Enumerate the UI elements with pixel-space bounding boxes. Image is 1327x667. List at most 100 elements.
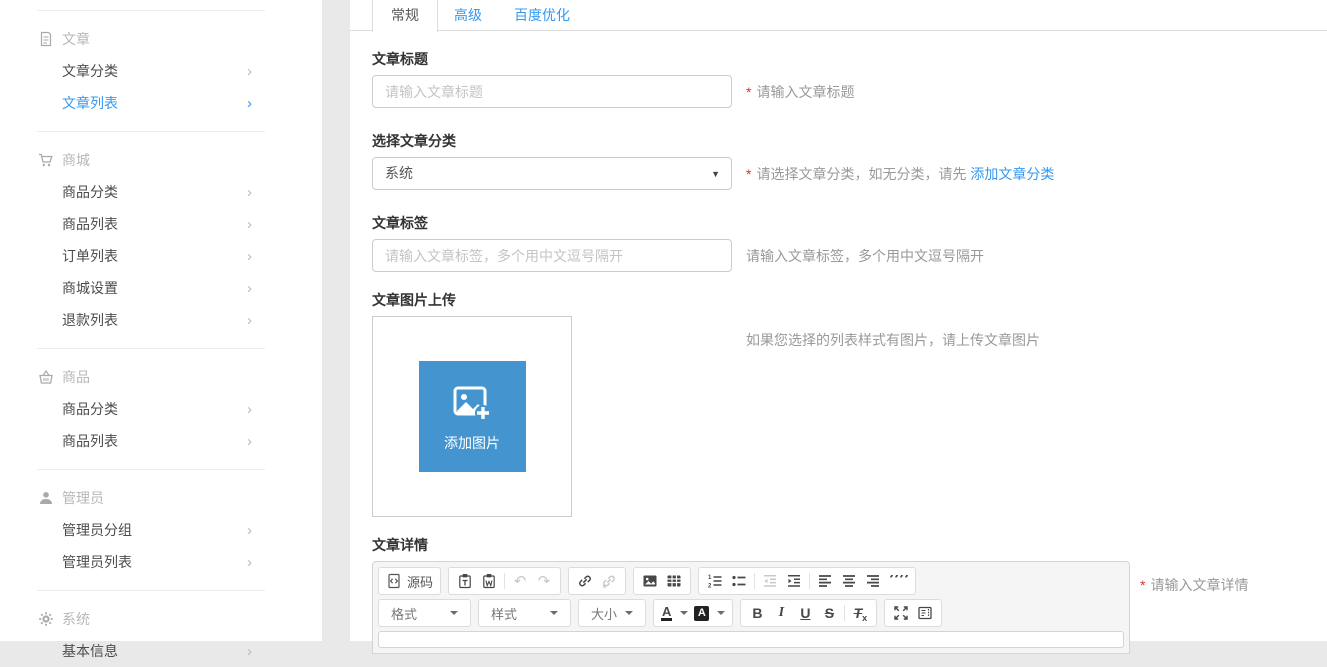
show-blocks-button[interactable] <box>913 601 937 625</box>
item-label: 商品分类 <box>62 182 118 202</box>
numbered-list-button[interactable]: 12 <box>703 569 727 593</box>
align-right-icon <box>865 573 881 589</box>
remove-format-button[interactable]: Tx <box>848 601 872 625</box>
underline-button[interactable]: U <box>793 601 817 625</box>
field-hint: *请选择文章分类，如无分类，请先 添加文章分类 <box>746 164 1054 184</box>
source-icon <box>386 573 402 589</box>
sidebar-item-admin-group[interactable]: 管理员分组 › <box>0 514 322 546</box>
sidebar-item-mall-settings[interactable]: 商城设置 › <box>0 272 322 304</box>
bullet-list-button[interactable] <box>727 569 751 593</box>
editor-content-area[interactable] <box>378 631 1124 648</box>
main-content: 常规 高级 百度优化 文章标题 *请输入文章标题 选择文章分类 系统 <box>350 0 1327 641</box>
section-label: 管理员 <box>62 488 104 508</box>
tab-advanced[interactable]: 高级 <box>438 0 498 31</box>
sidebar-item-product-list[interactable]: 商品列表 › <box>0 425 322 457</box>
section-label: 商品 <box>62 367 90 387</box>
paste-word-button[interactable] <box>477 569 501 593</box>
align-left-button[interactable] <box>813 569 837 593</box>
italic-icon: I <box>779 605 784 621</box>
align-center-button[interactable] <box>837 569 861 593</box>
tab-general[interactable]: 常规 <box>372 0 438 32</box>
item-label: 文章列表 <box>62 93 118 113</box>
redo-button[interactable]: ↷ <box>532 569 556 593</box>
required-asterisk: * <box>1140 577 1145 593</box>
align-right-button[interactable] <box>861 569 885 593</box>
sidebar-item-order-list[interactable]: 订单列表 › <box>0 240 322 272</box>
insert-image-button[interactable] <box>638 569 662 593</box>
image-upload-dropzone[interactable]: 添加图片 <box>372 316 572 517</box>
blockquote-icon: ”” <box>888 575 908 588</box>
field-hint: 如果您选择的列表样式有图片，请上传文章图片 <box>746 316 1040 350</box>
item-label: 退款列表 <box>62 310 118 330</box>
bullet-list-icon <box>731 573 747 589</box>
caret-down-icon: ▼ <box>711 158 720 191</box>
field-label: 文章图片上传 <box>372 291 1327 310</box>
toolbar-group-source: 源码 <box>378 567 441 595</box>
numbered-list-icon: 12 <box>707 573 723 589</box>
rich-text-editor: 源码 ↶ ↷ <box>372 561 1130 654</box>
sidebar-item-article-category[interactable]: 文章分类 › <box>0 55 322 87</box>
divider <box>37 469 265 470</box>
toolbar-group-format: 格式 <box>378 599 471 627</box>
sidebar-item-product-category[interactable]: 商品分类 › <box>0 393 322 425</box>
toolbar-separator <box>844 605 845 621</box>
maximize-button[interactable] <box>889 601 913 625</box>
tab-baidu-seo[interactable]: 百度优化 <box>498 0 586 31</box>
bg-color-button[interactable]: A <box>691 601 728 625</box>
link-button[interactable] <box>573 569 597 593</box>
source-button[interactable]: 源码 <box>383 569 436 593</box>
toolbar-group-links <box>568 567 626 595</box>
chevron-right-icon: › <box>247 523 252 538</box>
item-label: 基本信息 <box>62 641 118 661</box>
chevron-right-icon: › <box>247 402 252 417</box>
sidebar-section-products: 商品 <box>0 361 322 393</box>
chevron-right-icon: › <box>247 434 252 449</box>
sidebar-item-refund-list[interactable]: 退款列表 › <box>0 304 322 336</box>
italic-button[interactable]: I <box>769 601 793 625</box>
tab-bar: 常规 高级 百度优化 <box>350 0 1327 31</box>
sidebar-section-articles: 文章 <box>0 23 322 55</box>
decrease-indent-button[interactable] <box>758 569 782 593</box>
gear-icon <box>38 611 54 627</box>
paste-word-icon <box>481 573 497 589</box>
article-tags-input[interactable] <box>372 239 732 272</box>
insert-table-button[interactable] <box>662 569 686 593</box>
format-dropdown[interactable]: 格式 <box>383 604 466 623</box>
undo-button[interactable]: ↶ <box>508 569 532 593</box>
blockquote-button[interactable]: ”” <box>885 569 911 593</box>
sidebar-item-admin-list[interactable]: 管理员列表 › <box>0 546 322 578</box>
sidebar-item-goods-list[interactable]: 商品列表 › <box>0 208 322 240</box>
underline-icon: U <box>800 605 810 621</box>
field-hint: 请输入文章标签，多个用中文逗号隔开 <box>746 246 984 266</box>
table-icon <box>666 573 682 589</box>
unlink-button[interactable] <box>597 569 621 593</box>
text-color-button[interactable]: A <box>658 601 691 625</box>
add-article-category-link[interactable]: 添加文章分类 <box>970 166 1054 182</box>
add-image-button[interactable]: 添加图片 <box>419 361 526 472</box>
toolbar-separator <box>754 573 755 589</box>
sidebar-item-basic-info[interactable]: 基本信息 › <box>0 635 322 667</box>
field-hint: *请输入文章标题 <box>746 82 854 102</box>
increase-indent-button[interactable] <box>782 569 806 593</box>
sidebar-item-goods-category[interactable]: 商品分类 › <box>0 176 322 208</box>
style-dropdown[interactable]: 样式 <box>483 604 566 623</box>
article-title-input[interactable] <box>372 75 732 108</box>
sidebar-item-article-list[interactable]: 文章列表 › <box>0 87 322 119</box>
paste-text-button[interactable] <box>453 569 477 593</box>
caret-down-icon <box>625 611 633 615</box>
category-select[interactable]: 系统 ▼ <box>372 157 732 190</box>
size-dropdown[interactable]: 大小 <box>583 604 641 623</box>
field-article-tags: 文章标签 请输入文章标签，多个用中文逗号隔开 <box>372 214 1327 272</box>
chevron-right-icon: › <box>247 64 252 79</box>
strikethrough-button[interactable]: S <box>817 601 841 625</box>
bold-button[interactable]: B <box>745 601 769 625</box>
bg-color-icon: A <box>694 606 709 621</box>
field-label: 文章详情 <box>372 536 1327 555</box>
toolbar-separator <box>504 573 505 589</box>
item-label: 商城设置 <box>62 278 118 298</box>
required-asterisk: * <box>746 84 751 100</box>
svg-text:2: 2 <box>708 584 712 590</box>
select-value: 系统 <box>385 165 413 181</box>
basket-icon <box>38 369 54 385</box>
item-label: 订单列表 <box>62 246 118 266</box>
